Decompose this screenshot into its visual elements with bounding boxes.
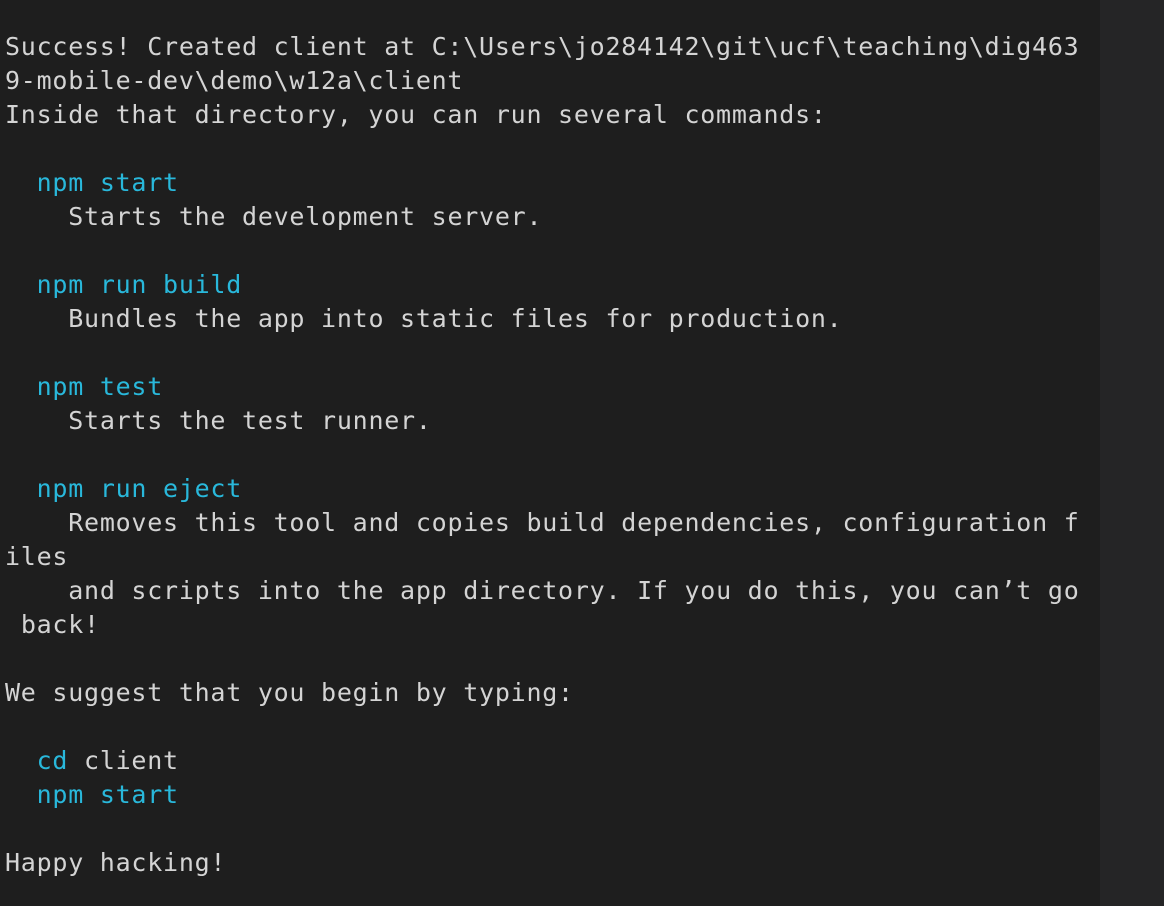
terminal-line: iles — [5, 540, 1080, 574]
terminal-panel[interactable]: Success! Created client at C:\Users\jo28… — [0, 0, 1100, 906]
command-text: cd — [36, 746, 69, 775]
output-text: iles — [5, 542, 69, 571]
output-text: Inside that directory, you can run sever… — [5, 100, 827, 129]
command-text: npm start — [36, 780, 179, 809]
output-text: Removes this tool and copies build depen… — [68, 508, 1080, 537]
output-text: Bundles the app into static files for pr… — [68, 304, 843, 333]
command-args: client — [68, 746, 179, 775]
terminal-line: Starts the development server. — [5, 200, 1080, 234]
terminal-line: npm start — [5, 778, 1080, 812]
terminal-line: Inside that directory, you can run sever… — [5, 98, 1080, 132]
terminal-line: Starts the test runner. — [5, 404, 1080, 438]
terminal-output: Success! Created client at C:\Users\jo28… — [5, 30, 1080, 880]
command-text: npm start — [36, 168, 179, 197]
terminal-line: npm run build — [5, 268, 1080, 302]
output-text: Happy hacking! — [5, 848, 227, 877]
command-text: npm test — [36, 372, 164, 401]
output-text: Starts the test runner. — [68, 406, 432, 435]
terminal-line: Removes this tool and copies build depen… — [5, 506, 1080, 540]
output-text: Success! Created client at C:\Users\jo28… — [5, 32, 1080, 61]
output-text: Starts the development server. — [68, 202, 543, 231]
output-text: and scripts into the app directory. If y… — [68, 576, 1080, 605]
terminal-line: Bundles the app into static files for pr… — [5, 302, 1080, 336]
terminal-line: back! — [5, 608, 1080, 642]
command-text: npm run build — [36, 270, 243, 299]
terminal-line: 9-mobile-dev\demo\w12a\client — [5, 64, 1080, 98]
scrollbar-gutter[interactable] — [1100, 0, 1164, 906]
terminal-line: npm test — [5, 370, 1080, 404]
command-text: npm run eject — [36, 474, 243, 503]
terminal-line: npm start — [5, 166, 1080, 200]
terminal-line: cd client — [5, 744, 1080, 778]
terminal-line: and scripts into the app directory. If y… — [5, 574, 1080, 608]
output-text: back! — [20, 610, 100, 639]
output-text: 9-mobile-dev\demo\w12a\client — [5, 66, 464, 95]
output-text: We suggest that you begin by typing: — [5, 678, 574, 707]
terminal-line: Success! Created client at C:\Users\jo28… — [5, 30, 1080, 64]
terminal-line: npm run eject — [5, 472, 1080, 506]
terminal-line: Happy hacking! — [5, 846, 1080, 880]
terminal-line: We suggest that you begin by typing: — [5, 676, 1080, 710]
